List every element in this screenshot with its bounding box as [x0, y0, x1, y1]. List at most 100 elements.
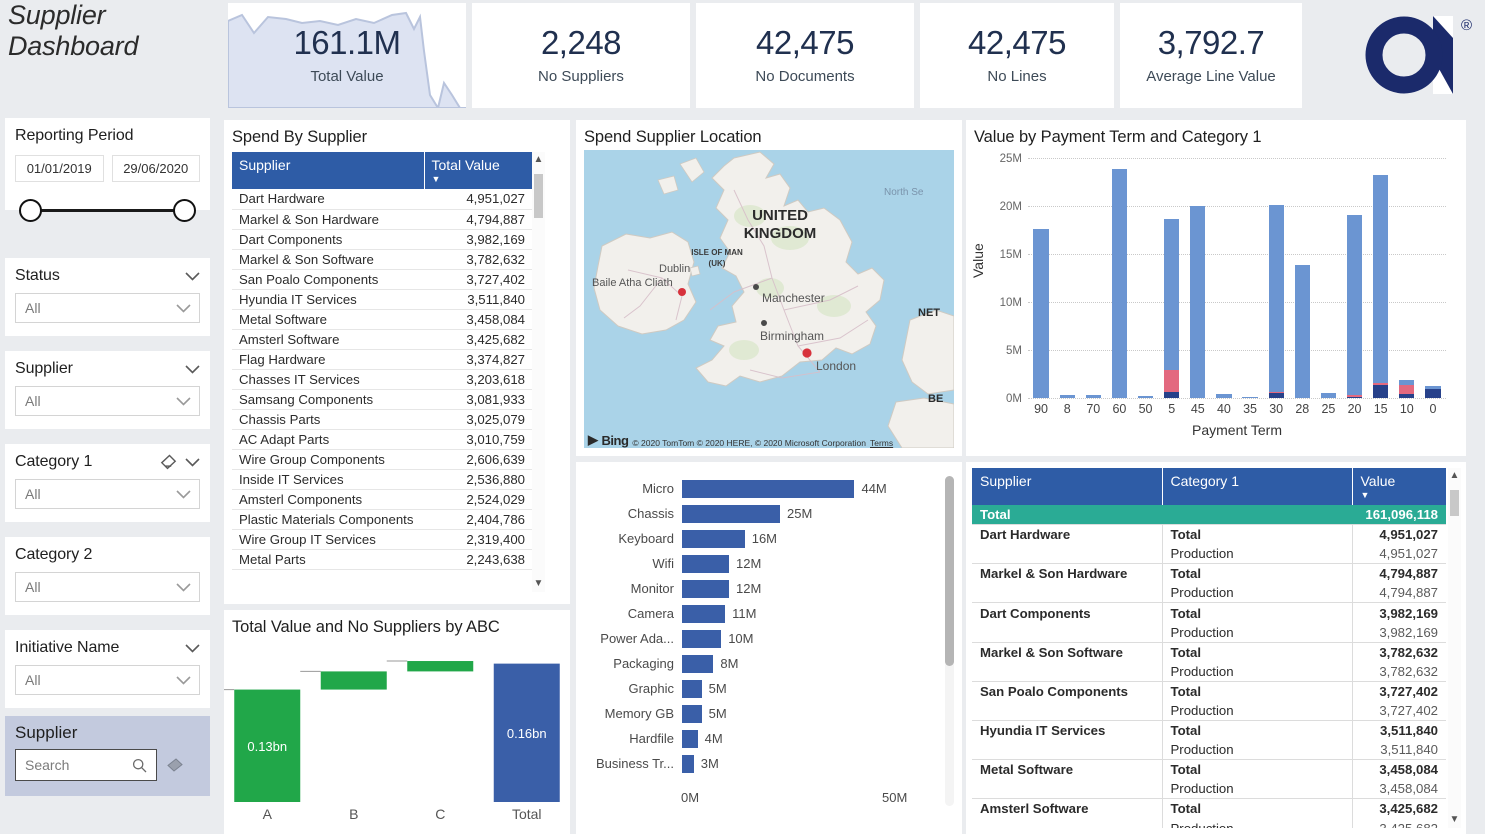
table-row[interactable]: Dart Hardware4,951,027 — [232, 189, 532, 209]
column-stack[interactable] — [1190, 206, 1205, 398]
bar-fill[interactable] — [682, 630, 721, 648]
matrix-row-detail[interactable]: Production3,782,632 — [972, 662, 1446, 682]
column-group[interactable] — [1159, 158, 1185, 398]
chevron-down-icon[interactable] — [185, 272, 200, 281]
table-row[interactable]: AC Adapt Parts3,010,759 — [232, 429, 532, 449]
column-group[interactable] — [1028, 158, 1054, 398]
matrix-row-total[interactable]: Amsterl SoftwareTotal3,425,682 — [972, 799, 1446, 819]
table-row[interactable]: Dart Components3,982,169 — [232, 229, 532, 249]
bar-chart-row[interactable]: Micro44M — [586, 476, 936, 501]
table-row[interactable]: Inside IT Services2,536,880 — [232, 469, 532, 489]
kpi-card-no-lines[interactable]: 42,475 No Lines — [920, 3, 1114, 108]
column-group[interactable] — [1289, 158, 1315, 398]
bar-fill[interactable] — [682, 655, 713, 673]
column-group[interactable] — [1237, 158, 1263, 398]
scrollbar-thumb[interactable] — [534, 174, 543, 218]
column-group[interactable] — [1106, 158, 1132, 398]
bar-chart-row[interactable]: Business Tr...3M — [586, 751, 936, 776]
matrix-row-detail[interactable]: Production3,727,402 — [972, 701, 1446, 721]
column-segment[interactable] — [1164, 370, 1179, 392]
matrix-row-detail[interactable]: Production3,511,840 — [972, 740, 1446, 760]
kpi-card-total-value[interactable]: 161.1M Total Value — [228, 3, 466, 108]
slicer-category-1[interactable]: Category 1 All — [5, 444, 210, 522]
map-terms-link[interactable]: Terms — [870, 438, 893, 448]
start-date-field[interactable]: 01/01/2019 — [15, 155, 104, 182]
kpi-card-no-documents[interactable]: 42,475 No Documents — [696, 3, 914, 108]
matrix-row-total[interactable]: Markel & Son HardwareTotal4,794,887 — [972, 564, 1446, 584]
scroll-up-icon[interactable]: ▲ — [534, 152, 544, 168]
column-segment[interactable] — [1295, 265, 1310, 398]
column-segment[interactable] — [1033, 229, 1048, 398]
chevron-down-icon[interactable] — [176, 490, 191, 499]
column-segment[interactable] — [1321, 393, 1336, 398]
column-header-total-value[interactable]: Total Value ▼ — [424, 152, 532, 189]
bar-fill[interactable] — [682, 605, 725, 623]
column-header-supplier[interactable]: Supplier — [972, 468, 1162, 505]
category-2-dropdown[interactable]: All — [15, 572, 200, 602]
column-segment[interactable] — [1373, 175, 1388, 382]
matrix-row-detail[interactable]: Production3,458,084 — [972, 779, 1446, 799]
matrix-row-detail[interactable]: Production4,951,027 — [972, 544, 1446, 564]
column-segment[interactable] — [1373, 385, 1388, 398]
map-canvas[interactable]: UNITED KINGDOM ISLE OF MAN (UK) Dublin B… — [584, 150, 954, 448]
bar-chart-row[interactable]: Memory GB5M — [586, 701, 936, 726]
table-row[interactable]: Wire Group IT Services2,319,400 — [232, 529, 532, 549]
bar-fill[interactable] — [682, 480, 854, 498]
column-group[interactable] — [1054, 158, 1080, 398]
column-segment[interactable] — [1138, 396, 1153, 398]
column-stack[interactable] — [1295, 265, 1310, 398]
search-input[interactable]: Search — [15, 749, 157, 781]
slider-handle-start[interactable] — [19, 199, 42, 222]
status-dropdown[interactable]: All — [15, 293, 200, 323]
column-stack[interactable] — [1425, 386, 1440, 398]
supplier-table-scrollbar[interactable]: ▲ ▼ — [532, 152, 545, 592]
column-header-category-1[interactable]: Category 1 — [1162, 468, 1352, 505]
column-segment[interactable] — [1216, 394, 1231, 398]
matrix-row-total[interactable]: Dart ComponentsTotal3,982,169 — [972, 603, 1446, 623]
column-stack[interactable] — [1216, 394, 1231, 398]
column-group[interactable] — [1368, 158, 1394, 398]
column-stack[interactable] — [1060, 395, 1075, 398]
table-row[interactable]: Metal Software3,458,084 — [232, 309, 532, 329]
column-segment[interactable] — [1112, 169, 1127, 398]
chevron-down-icon[interactable] — [176, 304, 191, 313]
column-stack[interactable] — [1164, 219, 1179, 399]
matrix-row-detail[interactable]: Production3,425,682 — [972, 819, 1446, 829]
slicer-category-2[interactable]: Category 2 All — [5, 537, 210, 615]
search-icon[interactable] — [132, 758, 147, 773]
column-segment[interactable] — [1086, 395, 1101, 398]
column-segment[interactable] — [1242, 397, 1257, 398]
slicer-reporting-period[interactable]: Reporting Period 01/01/2019 29/06/2020 — [5, 118, 210, 210]
bar-fill[interactable] — [682, 755, 694, 773]
table-row[interactable]: Flag Hardware3,374,827 — [232, 349, 532, 369]
bar-chart-row[interactable]: Graphic5M — [586, 676, 936, 701]
bar-fill[interactable] — [682, 705, 702, 723]
column-segment[interactable] — [1347, 215, 1362, 395]
end-date-field[interactable]: 29/06/2020 — [112, 155, 201, 182]
matrix-row-total[interactable]: Dart HardwareTotal4,951,027 — [972, 525, 1446, 545]
bar-fill[interactable] — [682, 555, 729, 573]
table-row[interactable]: Metal Parts2,243,638 — [232, 549, 532, 569]
scroll-down-icon[interactable]: ▼ — [1450, 812, 1460, 828]
matrix-row-total[interactable]: Metal SoftwareTotal3,458,084 — [972, 760, 1446, 780]
table-row[interactable]: Markel & Son Software3,782,632 — [232, 249, 532, 269]
column-segment[interactable] — [1399, 394, 1414, 398]
column-header-supplier[interactable]: Supplier — [232, 152, 424, 189]
bar-chart-row[interactable]: Keyboard16M — [586, 526, 936, 551]
column-group[interactable] — [1342, 158, 1368, 398]
chevron-down-icon[interactable] — [185, 365, 200, 374]
matrix-row-detail[interactable]: Production4,794,887 — [972, 583, 1446, 603]
table-row[interactable]: Hyundia IT Services3,511,840 — [232, 289, 532, 309]
column-stack[interactable] — [1138, 396, 1153, 398]
matrix-row-total[interactable]: Hyundia IT ServicesTotal3,511,840 — [972, 721, 1446, 741]
chevron-down-icon[interactable] — [176, 583, 191, 592]
scroll-down-icon[interactable]: ▼ — [534, 576, 544, 592]
bar-chart-row[interactable]: Monitor12M — [586, 576, 936, 601]
column-segment[interactable] — [1399, 385, 1414, 395]
column-segment[interactable] — [1269, 393, 1284, 398]
bar-fill[interactable] — [682, 680, 702, 698]
column-stack[interactable] — [1086, 395, 1101, 398]
column-stack[interactable] — [1112, 169, 1127, 398]
slicer-initiative-name[interactable]: Initiative Name All — [5, 630, 210, 708]
matrix-row-detail[interactable]: Production3,982,169 — [972, 623, 1446, 643]
